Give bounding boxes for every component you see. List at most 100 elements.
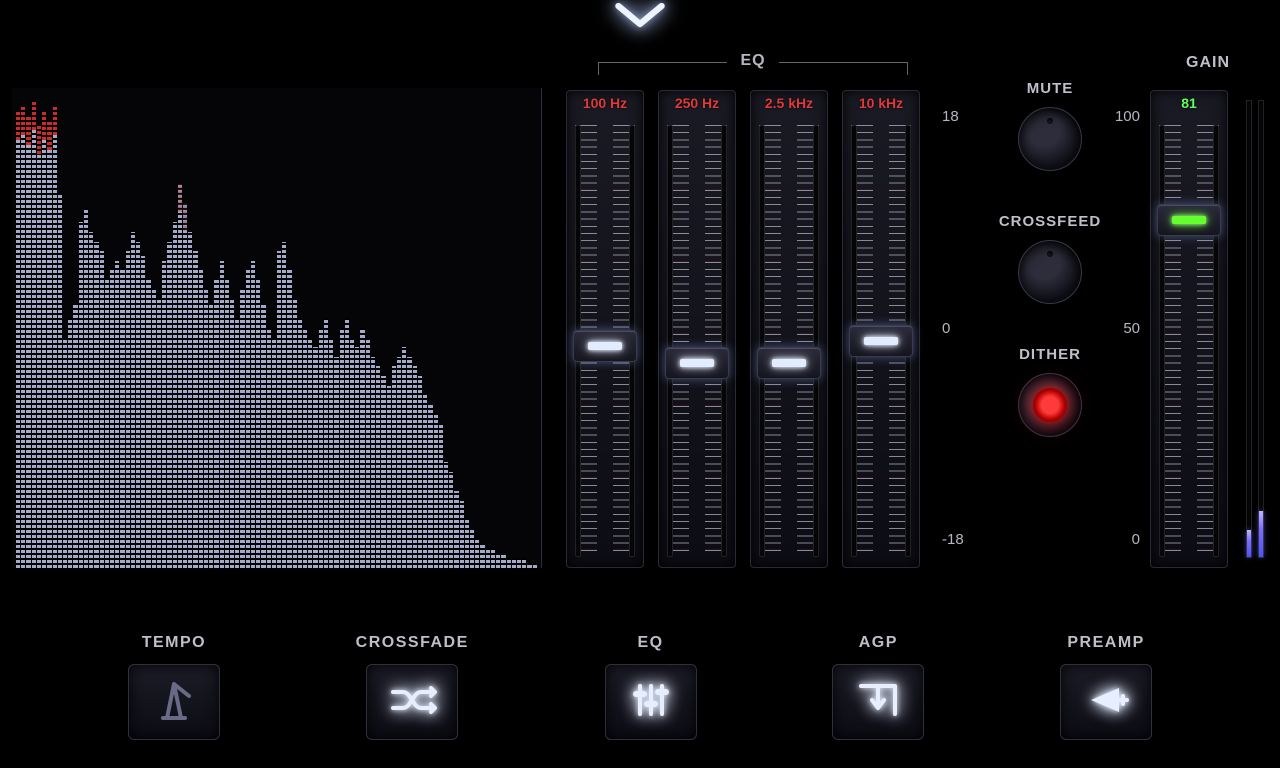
eq-band-freq: 250 Hz	[675, 95, 719, 119]
dither-label: DITHER	[1019, 346, 1081, 363]
spectrum-bar	[240, 290, 244, 568]
spectrum-bar	[397, 357, 401, 568]
eq-band-2.5khz[interactable]: 2.5 kHz	[750, 90, 828, 568]
spectrum-bar	[392, 366, 396, 568]
spectrum-bar	[32, 102, 36, 568]
eq-band-10khz[interactable]: 10 kHz	[842, 90, 920, 568]
crossfade-button-block: CROSSFADE	[356, 634, 469, 740]
tempo-button[interactable]	[128, 664, 220, 740]
spectrum-bar	[225, 280, 229, 568]
eq-band-freq: 100 Hz	[583, 95, 627, 119]
vu-right	[1258, 100, 1264, 558]
spectrum-bar	[199, 270, 203, 568]
spectrum-bar	[350, 338, 354, 568]
spectrum-bar	[507, 558, 511, 568]
agp-button[interactable]	[832, 664, 924, 740]
spectrum-bar	[308, 338, 312, 568]
spectrum-bar	[63, 338, 67, 568]
spectrum-bar	[360, 328, 364, 568]
spectrum-bar	[303, 328, 307, 568]
tempo-button-block: TEMPO	[128, 634, 220, 740]
spectrum-bar	[157, 299, 161, 568]
crossfade-label: CROSSFADE	[356, 634, 469, 652]
spectrum-bar	[439, 424, 443, 568]
tempo-label: TEMPO	[142, 634, 206, 652]
eq-thumb[interactable]	[849, 325, 913, 357]
spectrum-bar	[204, 290, 208, 568]
spectrum-bar	[298, 318, 302, 568]
crossfade-button[interactable]	[366, 664, 458, 740]
spectrum-bar	[146, 280, 150, 568]
eq-thumb[interactable]	[665, 347, 729, 379]
spectrum-bar	[329, 338, 333, 568]
preamp-button-block: PREAMP	[1060, 634, 1152, 740]
gain-scale-mid: 50	[1108, 320, 1140, 337]
spectrum-bar	[235, 318, 239, 568]
spectrum-bar	[319, 328, 323, 568]
spectrum-bar	[152, 290, 156, 568]
mute-knob[interactable]	[1018, 107, 1082, 171]
eq-band-freq: 10 kHz	[859, 95, 903, 119]
spectrum-bar	[37, 126, 41, 568]
spectrum-bar	[26, 117, 30, 568]
gain-slider[interactable]: 81	[1150, 90, 1228, 568]
spectrum-bar	[355, 347, 359, 568]
gain-section-title: GAIN	[1168, 54, 1248, 72]
preamp-label: PREAMP	[1067, 634, 1144, 652]
spectrum-bar	[84, 208, 88, 568]
spectrum-bar	[220, 261, 224, 568]
spectrum-bar	[230, 299, 234, 568]
spectrum-bar	[110, 270, 114, 568]
spectrum-bar	[381, 376, 385, 568]
spectrum-bar	[334, 357, 338, 568]
spectrum-bar	[434, 414, 438, 568]
vu-left	[1246, 100, 1252, 558]
spectrum-bar	[402, 347, 406, 568]
spectrum-bar	[282, 242, 286, 568]
spectrum-bar	[460, 501, 464, 568]
spectrum-bar	[465, 520, 469, 568]
spectrum-bar	[486, 549, 490, 568]
mute-label: MUTE	[1027, 80, 1074, 97]
eq-thumb[interactable]	[757, 347, 821, 379]
gain-thumb[interactable]	[1157, 204, 1221, 236]
spectrum-bar	[193, 251, 197, 568]
collapse-chevron[interactable]	[605, 0, 675, 36]
spectrum-bar	[428, 405, 432, 568]
eq-thumb[interactable]	[573, 330, 637, 362]
spectrum-bar	[267, 328, 271, 568]
spectrum-bar	[141, 256, 145, 568]
eq-button[interactable]	[605, 664, 697, 740]
eq-button-block: EQ	[605, 634, 697, 740]
spectrum-bar	[94, 242, 98, 568]
eq-band-250hz[interactable]: 250 Hz	[658, 90, 736, 568]
crossfeed-knob[interactable]	[1018, 240, 1082, 304]
gain-slider-wrap: 81	[1150, 90, 1228, 568]
spectrum-bar	[475, 539, 479, 568]
spectrum-bar	[277, 251, 281, 568]
chevron-down-icon	[613, 0, 667, 33]
spectrum-bar	[173, 222, 177, 568]
eq-band-100hz[interactable]: 100 Hz	[566, 90, 644, 568]
spectrum-bar	[261, 304, 265, 568]
spectrum-bar	[136, 242, 140, 568]
dither-knob[interactable]	[1018, 373, 1082, 437]
bottom-button-row: TEMPO CROSSFADE EQ AGP PREAMP	[0, 600, 1280, 740]
spectrum-bar	[413, 366, 417, 568]
spectrum-bar	[183, 203, 187, 568]
spectrum-bar	[53, 107, 57, 568]
spectrum-bar	[58, 194, 62, 568]
spectrum-bar	[256, 280, 260, 568]
preamp-button[interactable]	[1060, 664, 1152, 740]
spectrum-bar	[371, 357, 375, 568]
spectrum-bar	[73, 304, 77, 568]
led-icon	[1033, 388, 1067, 422]
gain-scale-min: 0	[1108, 531, 1140, 548]
spectrum-bar	[68, 318, 72, 568]
gain-value: 81	[1181, 95, 1197, 119]
spectrum-bar	[527, 563, 531, 568]
agp-label: AGP	[859, 634, 898, 652]
spectrum-bar	[272, 338, 276, 568]
crossfeed-label: CROSSFEED	[999, 213, 1101, 230]
spectrum-bar	[407, 357, 411, 568]
